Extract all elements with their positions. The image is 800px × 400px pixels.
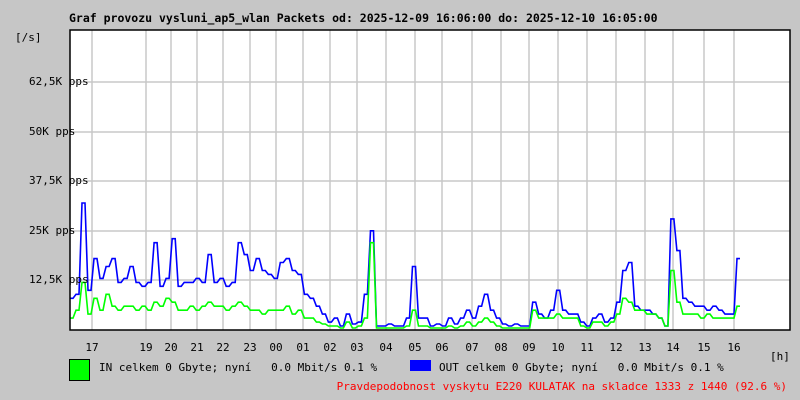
x-tick-label: 12 xyxy=(609,341,623,354)
x-tick-label: 13 xyxy=(638,341,652,354)
x-axis-unit: [h] xyxy=(770,350,790,363)
y-tick-label: 25K pps xyxy=(29,224,76,237)
x-tick-label: 02 xyxy=(323,341,337,354)
x-tick-label: 04 xyxy=(379,341,393,354)
x-tick-label: 05 xyxy=(408,341,422,354)
x-tick-label: 00 xyxy=(269,341,283,354)
y-tick-label: 37,5K pps xyxy=(29,174,89,187)
x-tick-label: 16 xyxy=(727,341,741,354)
x-tick-label: 09 xyxy=(522,341,536,354)
x-tick-label: 21 xyxy=(190,341,204,354)
probability-annotation: Pravdepodobnost vyskytu E220 KULATAK na … xyxy=(336,380,787,393)
x-tick-label: 07 xyxy=(465,341,479,354)
x-tick-label: 19 xyxy=(139,341,153,354)
y-tick-label: 62,5K pps xyxy=(29,75,89,88)
x-tick-label: 20 xyxy=(164,341,178,354)
y-tick-label: 12,5K pps xyxy=(29,273,89,286)
legend-in-label: IN celkem 0 Gbyte; nyní 0.0 Mbit/s 0.1 % xyxy=(99,361,378,374)
legend-out-swatch xyxy=(410,360,431,371)
x-tick-label: 22 xyxy=(216,341,230,354)
x-tick-label: 23 xyxy=(243,341,257,354)
x-tick-label: 15 xyxy=(697,341,711,354)
legend-in-swatch xyxy=(69,359,90,381)
x-tick-label: 03 xyxy=(350,341,364,354)
x-tick-label: 14 xyxy=(666,341,680,354)
x-tick-label: 11 xyxy=(580,341,594,354)
x-tick-label: 06 xyxy=(435,341,449,354)
x-tick-label: 08 xyxy=(494,341,508,354)
x-tick-label: 01 xyxy=(296,341,310,354)
legend-out-label: OUT celkem 0 Gbyte; nyní 0.0 Mbit/s 0.1 … xyxy=(439,361,724,374)
x-tick-label: 17 xyxy=(85,341,99,354)
y-tick-label: 50K pps xyxy=(29,125,76,138)
x-tick-label: 10 xyxy=(551,341,565,354)
plot-area xyxy=(69,29,791,331)
